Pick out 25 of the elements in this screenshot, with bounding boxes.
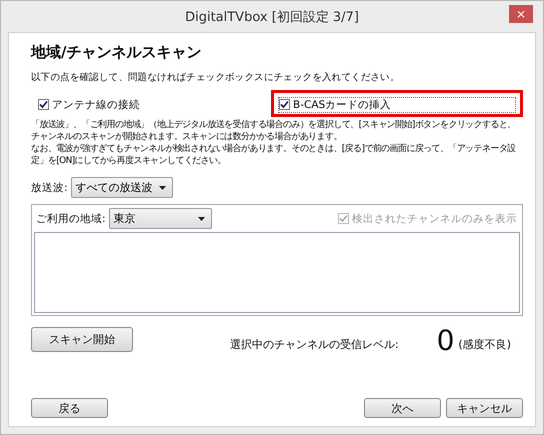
description-text: なお、電波が強すぎてもチャンネルが検出されない場合があります。そのときは、[戻る]で前の画面に戻って、「アッテネータ設定」を[ON]にしてから再度スキャンしてください。 [31, 143, 517, 167]
checkbox[interactable] [279, 99, 290, 110]
broadcast-label: 放送波: [31, 180, 68, 194]
signal-label: 選択中のチャンネルの受信レベル: [230, 337, 399, 352]
instruction-text: 以下の点を確認して、問題なければチェックボックスにチェックを入れてください。 [31, 71, 401, 84]
region-dropdown[interactable]: 東京 [108, 208, 212, 229]
close-button[interactable]: × [509, 5, 533, 23]
checkbox-label: アンテナ線の接続 [52, 98, 140, 112]
next-button[interactable]: 次へ [364, 398, 441, 418]
scan-button[interactable]: スキャン開始 [31, 327, 133, 352]
back-button[interactable]: 戻る [31, 398, 108, 418]
checkbox-label: 検出されたチャンネルのみを表示 [352, 212, 517, 226]
signal-value: 0 [436, 326, 454, 356]
page-heading: 地域/チャンネルスキャン [31, 43, 202, 62]
dropdown-arrow-icon [198, 216, 205, 220]
checkbox[interactable] [38, 99, 49, 110]
cancel-button[interactable]: キャンセル [446, 398, 523, 418]
description-text: 「放送波」、「ご利用の地域」（地上デジタル放送を受信する場合のみ）を選択して、[スキャン開始]ボタンをクリックすると、チャンネルのスキャンが開始されます。スキャンには数分かかる場合があります。 [31, 119, 517, 143]
checkbox-label: B-CASカードの挿入 [293, 98, 392, 112]
signal-quality: (感度不良) [458, 337, 511, 352]
region-label: ご利用の地域: [36, 212, 106, 226]
broadcast-dropdown[interactable]: すべての放送波 [70, 177, 173, 198]
dropdown-arrow-icon [158, 186, 166, 190]
channel-list[interactable] [34, 232, 520, 313]
window-title: DigitalTVbox [初回設定 3/7] [185, 8, 359, 26]
